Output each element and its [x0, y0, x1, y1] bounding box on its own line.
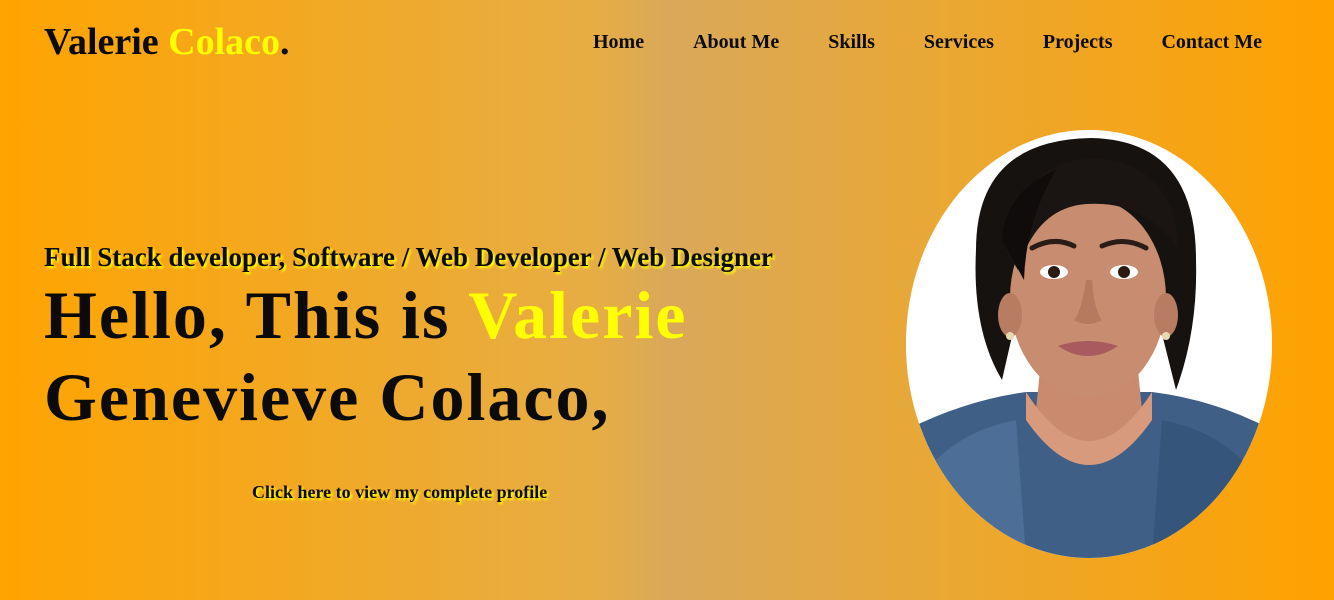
- site-logo[interactable]: Valerie Colaco.: [44, 20, 290, 64]
- headline-accent-name: Valerie: [468, 277, 688, 353]
- logo-dot: .: [280, 21, 290, 63]
- nav-contact-link[interactable]: Contact Me: [1161, 28, 1262, 56]
- headline-prefix: Hello, This is: [44, 277, 451, 353]
- hero-section: Full Stack developer, Software / Web Dev…: [44, 240, 864, 438]
- nav-home-link[interactable]: Home: [593, 28, 644, 56]
- hero-headline: Hello, This is Valerie Genevieve Colaco,: [44, 274, 864, 438]
- headline-line-two: Genevieve Colaco,: [44, 359, 611, 435]
- profile-photo: [906, 130, 1272, 558]
- nav-projects-link[interactable]: Projects: [1043, 28, 1113, 56]
- portrait-illustration: [906, 130, 1272, 558]
- nav-about-link[interactable]: About Me: [693, 28, 779, 56]
- main-nav: Home About Me Skills Services Projects C…: [593, 28, 1262, 56]
- logo-first-name: Valerie: [44, 21, 159, 63]
- top-navigation-bar: Valerie Colaco. Home About Me Skills Ser…: [0, 0, 1334, 86]
- nav-services-link[interactable]: Services: [924, 28, 994, 56]
- nav-skills-link[interactable]: Skills: [828, 28, 875, 56]
- view-profile-link[interactable]: Click here to view my complete profile: [252, 481, 547, 503]
- hero-subtitle: Full Stack developer, Software / Web Dev…: [44, 242, 773, 272]
- logo-last-name: Colaco: [168, 21, 281, 63]
